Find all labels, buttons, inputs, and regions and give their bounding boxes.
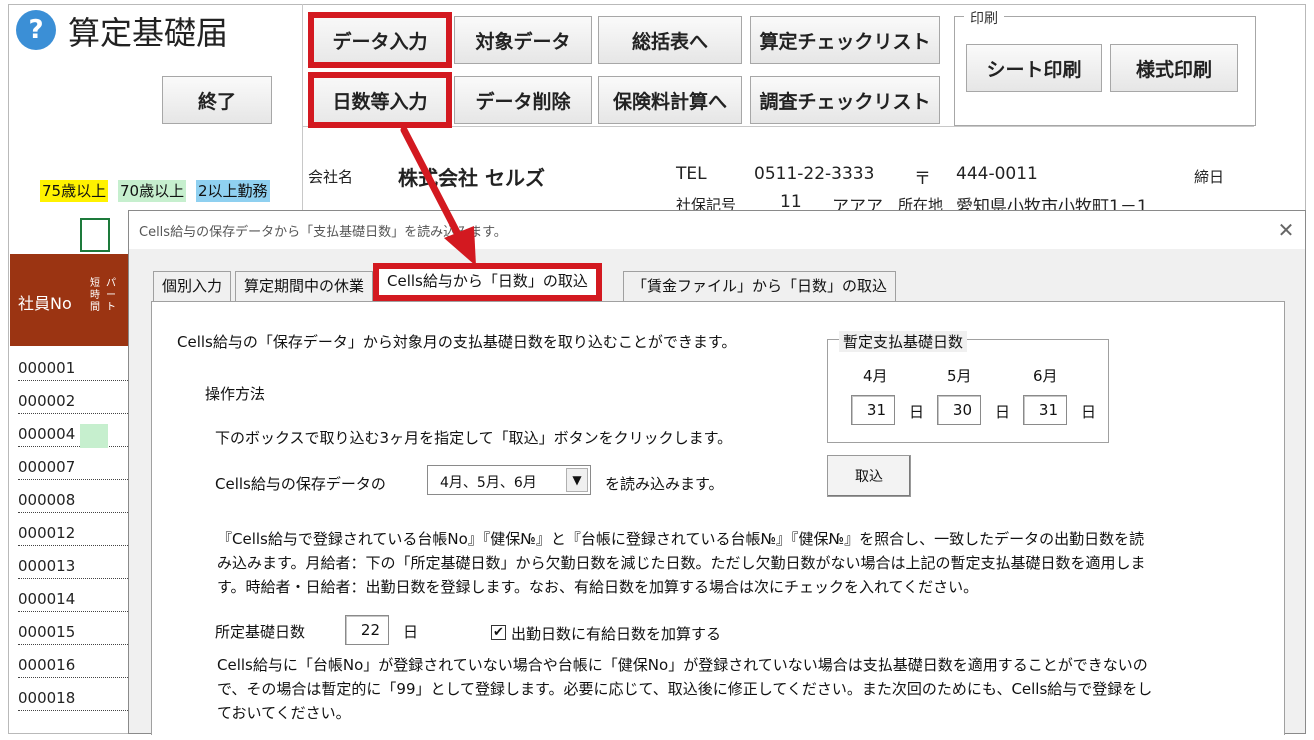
selected-cell[interactable] [80,218,110,252]
import-button[interactable]: 取込 [827,455,911,497]
month-label-april: 4月 [863,367,888,385]
import-days-dialog: Cells給与の保存データから「支払基礎日数」を読み込みます。 ✕ 個別入力 算… [128,210,1306,735]
table-row[interactable]: 000014 [18,579,130,612]
table-row[interactable]: 000007 [18,447,130,480]
description-text: 『Cells給与で登録されている台帳No』『健保№』と『台帳に登録されている台帳… [217,527,1277,599]
employee-no: 000013 [18,557,76,575]
source-suffix: を読み込みます。 [605,475,724,493]
app-title: 算定基礎届 [68,14,229,52]
table-row[interactable]: 000001 [18,348,130,381]
tab-cells-import[interactable]: Cells給与から「日数」の取込 [373,263,602,301]
employee-no-header: 社員No [18,294,72,313]
note-text: Cells給与に「台帳No」が登録されていない場合や台帳に「健保No」が登録され… [217,653,1277,725]
tab-leave-period[interactable]: 算定期間中の休業 [235,271,374,301]
form-print-button[interactable]: 様式印刷 [1110,44,1238,92]
part-time-header: 短時間 [90,278,100,313]
postal-label: 〒 [914,169,931,189]
description-line: す。時給者・日給者：出勤日数を登録します。なお、有給日数を加算する場合は次にチェ… [217,578,979,596]
help-icon[interactable]: ? [16,10,56,50]
employee-no: 000001 [18,359,76,377]
add-paid-label[interactable]: 出勤日数に有給日数を加算する [511,623,721,644]
month-select-value: 4月、5月、6月 [440,475,537,491]
close-icon[interactable]: ✕ [1273,217,1299,243]
survey-checklist-button[interactable]: 調査チェックリスト [750,76,940,124]
day-unit: 日 [1081,403,1097,421]
delete-data-button[interactable]: データ削除 [454,76,592,124]
note-line: で、その場合は暫定的に「99」として登録します。必要に応じて、取込後に修正してく… [217,680,1153,698]
tab-individual-input[interactable]: 個別入力 [153,271,232,301]
calc-checklist-button[interactable]: 算定チェックリスト [750,16,940,64]
chevron-down-icon[interactable]: ▼ [566,468,588,492]
dialog-title: Cells給与の保存データから「支払基礎日数」を読み込みます。 [139,225,507,240]
base-days-label: 所定基礎日数 [215,623,306,641]
summary-sheet-button[interactable]: 総括表へ [598,16,742,64]
target-data-button[interactable]: 対象データ [454,16,592,64]
month-label-june: 6月 [1033,367,1058,385]
print-group-label: 印刷 [964,8,1004,28]
employee-no: 000007 [18,458,76,476]
employee-no: 000008 [18,491,76,509]
june-days-input[interactable]: 31 [1023,395,1067,425]
employee-no: 000002 [18,392,76,410]
employee-no: 000012 [18,524,76,542]
intro-text: Cells給与の「保存データ」から対象月の支払基礎日数を取り込むことができます。 [177,333,737,351]
employee-no: 000016 [18,656,76,674]
legend-70-tag: 70歳以上 [118,180,187,202]
days-input-button[interactable]: 日数等入力 [308,72,452,128]
description-line: み込みます。月給者：下の「所定基礎日数」から欠勤日数を減じた日数。ただし欠勤日数… [217,554,1146,572]
deadline-label: 締日 [1194,168,1225,186]
month-label-may: 5月 [947,367,972,385]
table-row[interactable]: 000012 [18,513,130,546]
method-text: 下のボックスで取り込む3ヶ月を指定して「取込」ボタンをクリックします。 [215,429,733,447]
exit-button[interactable]: 終了 [162,76,272,124]
base-days-input[interactable]: 22 [345,615,389,645]
table-row[interactable]: 000016 [18,645,130,678]
april-days-input[interactable]: 31 [851,395,895,425]
month-select[interactable]: 4月、5月、6月 ▼ [427,465,591,495]
table-row[interactable]: 000018 [18,678,130,711]
table-row[interactable]: 000013 [18,546,130,579]
table-row[interactable]: 000008 [18,480,130,513]
provisional-days-label: 暫定支払基礎日数 [839,331,968,352]
day-unit: 日 [909,403,925,421]
employee-no: 000018 [18,689,76,707]
age-70-marker [80,424,108,448]
note-line: Cells給与に「台帳No」が登録されていない場合や台帳に「健保No」が登録され… [217,656,1148,674]
divider [302,4,303,212]
part-header: パート [106,278,116,313]
premium-calc-button[interactable]: 保険料計算へ [598,76,742,124]
day-unit: 日 [995,403,1011,421]
source-prefix: Cells給与の保存データの [215,475,386,493]
tel-label: TEL [676,164,707,184]
employee-no: 000014 [18,590,76,608]
description-line: 『Cells給与で登録されている台帳No』『健保№』と『台帳に登録されている台帳… [217,530,1145,548]
table-row[interactable]: 000015 [18,612,130,645]
tel-value: 0511-22-3333 [754,164,875,184]
insurance-number: 11 [780,192,802,212]
note-line: ておいてください。 [217,704,351,722]
company-name-label: 会社名 [308,168,354,186]
employee-table-header: 社員No 短時間 パート [10,254,135,346]
provisional-days-group [827,339,1109,443]
data-input-button[interactable]: データ入力 [308,12,452,68]
company-name: 株式会社 セルズ [398,166,545,190]
may-days-input[interactable]: 30 [937,395,981,425]
day-unit: 日 [403,623,419,641]
legend-75-tag: 75歳以上 [40,180,109,202]
employee-no: 000004 [18,425,76,443]
method-heading: 操作方法 [205,385,266,403]
add-paid-checkbox[interactable]: ✔ [491,625,506,640]
table-row[interactable]: 000002 [18,381,130,414]
legend-multi-tag: 2以上勤務 [196,180,270,202]
tab-wage-file-import[interactable]: 「賃金ファイル」から「日数」の取込 [623,271,897,301]
postal-value: 444-0011 [956,164,1038,184]
table-row[interactable]: 000004 [18,414,130,448]
sheet-print-button[interactable]: シート印刷 [966,44,1102,92]
employee-no: 000015 [18,623,76,641]
